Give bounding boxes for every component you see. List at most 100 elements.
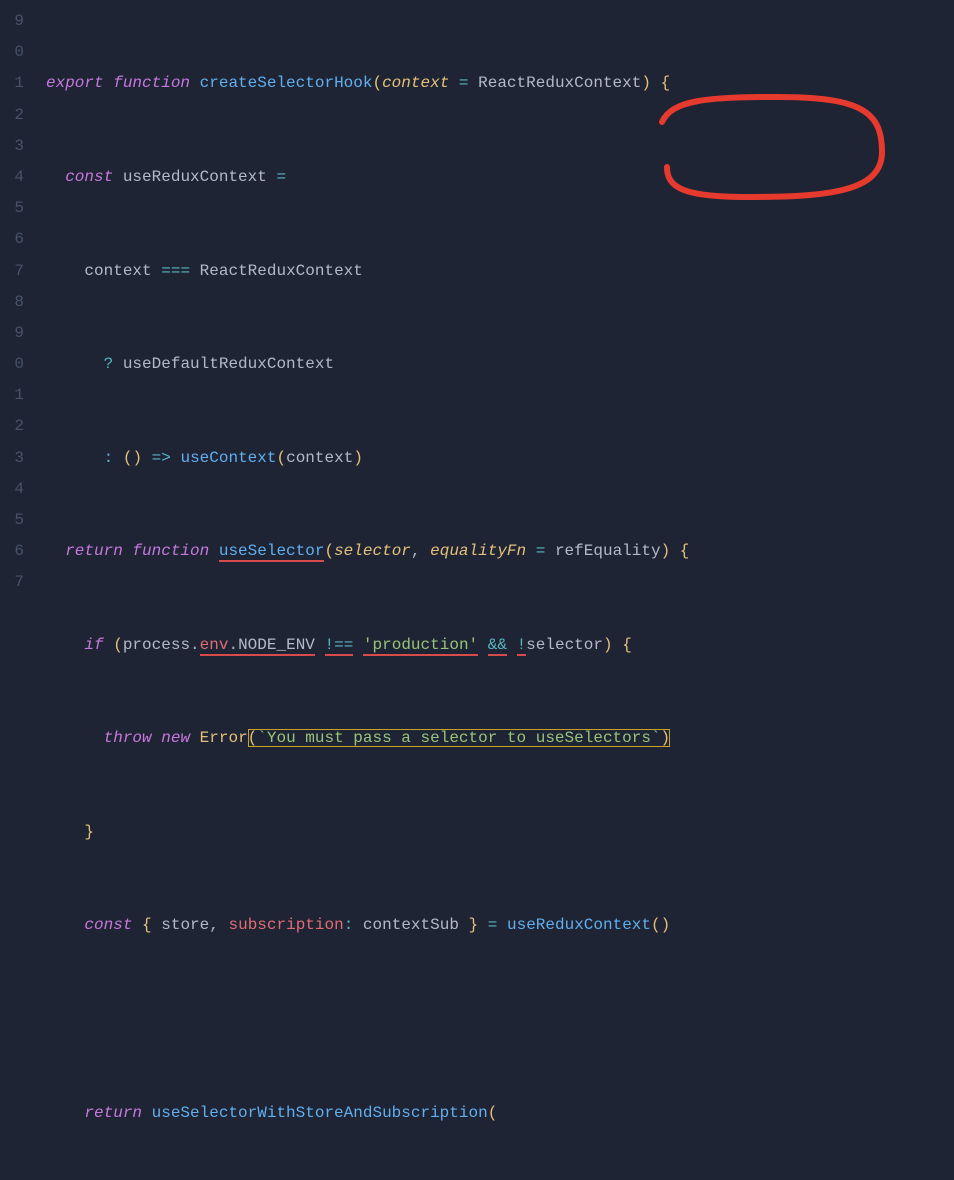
- ident-store: store: [161, 916, 209, 934]
- ident-context: context: [84, 262, 151, 280]
- keyword-function: function: [113, 74, 190, 92]
- lbrace: {: [142, 916, 152, 934]
- dot: .: [228, 636, 238, 656]
- op-arrow: =>: [152, 449, 171, 467]
- rbrace: }: [469, 916, 479, 934]
- op-eq: =: [536, 542, 546, 560]
- fn-use-context: useContext: [180, 449, 276, 467]
- keyword-const: const: [84, 916, 132, 934]
- prop-subscription: subscription: [228, 916, 343, 934]
- code-line[interactable]: return function useSelector(selector, eq…: [46, 536, 689, 567]
- line-number: 9: [0, 6, 24, 37]
- line-number: 7: [0, 256, 24, 287]
- code-editor[interactable]: 9 0 1 2 3 4 5 6 7 8 9 0 1 2 3 4 5 6 7 ex…: [0, 0, 954, 1180]
- ident-context: context: [286, 449, 353, 467]
- rparen: ): [661, 916, 671, 934]
- line-number: 2: [0, 411, 24, 442]
- code-line[interactable]: context === ReactReduxContext: [46, 256, 689, 287]
- function-name: createSelectorHook: [200, 74, 373, 92]
- lparen: (: [276, 449, 286, 467]
- fn-use-selector: useSelector: [219, 542, 325, 562]
- prop-env: env: [200, 636, 229, 656]
- ident-node-env: NODE_ENV: [238, 636, 315, 656]
- op-colon: :: [344, 916, 354, 934]
- op-and: &&: [488, 636, 507, 656]
- lbrace: {: [622, 636, 632, 654]
- class-error: Error: [200, 729, 248, 747]
- keyword-throw: throw: [104, 729, 152, 747]
- line-number: 8: [0, 287, 24, 318]
- keyword-function: function: [132, 542, 209, 560]
- keyword-export: export: [46, 74, 104, 92]
- line-number: 1: [0, 68, 24, 99]
- op-colon: :: [104, 449, 114, 467]
- keyword-if: if: [84, 636, 103, 654]
- lparen: (: [324, 542, 334, 560]
- param-context: context: [382, 74, 449, 92]
- ident-process: process: [123, 636, 190, 654]
- lparen: (: [113, 636, 123, 654]
- ident-use-redux-context: useReduxContext: [123, 168, 267, 186]
- rparen: ): [603, 636, 613, 654]
- fn-use-redux-context: useReduxContext: [507, 916, 651, 934]
- rparen: ): [132, 449, 142, 467]
- ident-react-redux-context: ReactReduxContext: [200, 262, 363, 280]
- param-equality-fn: equalityFn: [430, 542, 526, 560]
- code-line[interactable]: export function createSelectorHook(conte…: [46, 68, 689, 99]
- code-line[interactable]: const useReduxContext =: [46, 162, 689, 193]
- op-bang: !: [517, 636, 527, 656]
- line-number: 5: [0, 193, 24, 224]
- dot: .: [190, 636, 200, 654]
- keyword-return: return: [84, 1104, 142, 1122]
- line-number: 7: [0, 567, 24, 598]
- line-number: 4: [0, 474, 24, 505]
- lparen: (: [248, 729, 258, 747]
- string-error-msg: `You must pass a selector to useSelector…: [257, 729, 660, 747]
- code-line[interactable]: }: [46, 817, 689, 848]
- ident-ref-equality: refEquality: [555, 542, 661, 560]
- op-eq: =: [459, 74, 469, 92]
- ident-selector: selector: [526, 636, 603, 654]
- code-line[interactable]: : () => useContext(context): [46, 443, 689, 474]
- keyword-const: const: [65, 168, 113, 186]
- code-line[interactable]: if (process.env.NODE_ENV !== 'production…: [46, 630, 689, 661]
- code-area[interactable]: export function createSelectorHook(conte…: [28, 6, 689, 1180]
- lparen: (: [372, 74, 382, 92]
- comma: ,: [411, 542, 421, 560]
- lparen: (: [123, 449, 133, 467]
- line-number: 3: [0, 131, 24, 162]
- lparen: (: [488, 1104, 498, 1122]
- keyword-new: new: [161, 729, 190, 747]
- line-number: 0: [0, 37, 24, 68]
- rparen: ): [661, 542, 671, 560]
- line-number: 4: [0, 162, 24, 193]
- lparen: (: [651, 916, 661, 934]
- line-number: 6: [0, 536, 24, 567]
- line-number: 6: [0, 224, 24, 255]
- op-eq: =: [488, 916, 498, 934]
- ident-react-redux-context: ReactReduxContext: [478, 74, 641, 92]
- line-number: 5: [0, 505, 24, 536]
- rparen: ): [353, 449, 363, 467]
- line-number: 3: [0, 443, 24, 474]
- ident-context-sub: contextSub: [363, 916, 459, 934]
- param-selector: selector: [334, 542, 411, 560]
- lbrace: {: [661, 74, 671, 92]
- code-line[interactable]: [46, 1004, 689, 1035]
- ident-use-default: useDefaultReduxContext: [123, 355, 334, 373]
- code-line[interactable]: const { store, subscription: contextSub …: [46, 910, 689, 941]
- line-number: 2: [0, 100, 24, 131]
- code-line[interactable]: ? useDefaultReduxContext: [46, 349, 689, 380]
- comma: ,: [209, 916, 219, 934]
- op-qmark: ?: [104, 355, 114, 373]
- code-line[interactable]: throw new Error(`You must pass a selecto…: [46, 723, 689, 754]
- line-number: 1: [0, 380, 24, 411]
- line-number: 9: [0, 318, 24, 349]
- rparen: ): [661, 729, 671, 747]
- keyword-return: return: [65, 542, 123, 560]
- lbrace: {: [680, 542, 690, 560]
- code-line[interactable]: return useSelectorWithStoreAndSubscripti…: [46, 1098, 689, 1129]
- fn-use-selector-with-store: useSelectorWithStoreAndSubscription: [152, 1104, 488, 1122]
- op-noteq: !==: [325, 636, 354, 656]
- rbrace: }: [84, 823, 94, 841]
